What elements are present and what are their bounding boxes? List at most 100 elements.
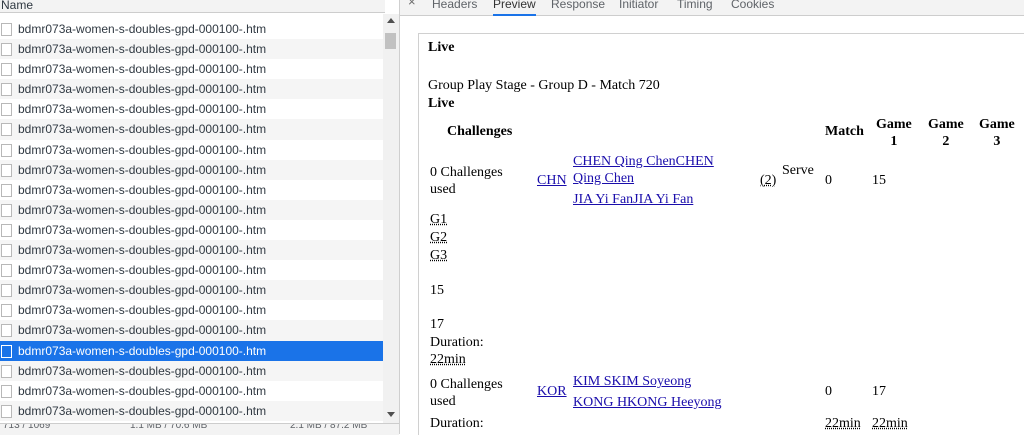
score-b: 17 [430, 317, 444, 332]
request-name: bdmr073a-women-s-doubles-gpd-000100-.htm [18, 82, 267, 97]
request-name: bdmr073a-women-s-doubles-gpd-000100-.htm [18, 122, 267, 137]
request-row[interactable]: bdmr073a-women-s-doubles-gpd-000100-.htm [0, 380, 383, 401]
game3-header: Game 3 [979, 117, 1015, 149]
game2-header: Game 2 [928, 117, 964, 149]
team1-game1-score: 15 [872, 173, 886, 188]
scroll-thumb[interactable] [385, 33, 396, 49]
request-row[interactable]: bdmr073a-women-s-doubles-gpd-000100-.htm [0, 400, 383, 421]
document-icon [1, 284, 12, 298]
request-row[interactable]: bdmr073a-women-s-doubles-gpd-000100-.htm [0, 320, 383, 341]
team2-country-link[interactable]: KOR [537, 384, 567, 400]
request-row[interactable]: bdmr073a-women-s-doubles-gpd-000100-.htm [0, 179, 383, 200]
tab-response[interactable]: Response [551, 0, 605, 14]
live-subheading: Live [428, 96, 455, 111]
document-icon [1, 384, 12, 398]
request-row[interactable]: bdmr073a-women-s-doubles-gpd-000100-.htm [0, 300, 383, 321]
request-row[interactable]: bdmr073a-women-s-doubles-gpd-000100-.htm [0, 59, 383, 80]
request-name: bdmr073a-women-s-doubles-gpd-000100-.htm [18, 263, 267, 278]
request-name: bdmr073a-women-s-doubles-gpd-000100-.htm [18, 243, 267, 258]
document-icon [1, 304, 12, 318]
request-row[interactable]: bdmr073a-women-s-doubles-gpd-000100-.htm [0, 360, 383, 381]
team1-country-link[interactable]: CHN [537, 173, 567, 189]
document-icon [1, 163, 12, 177]
document-icon [1, 43, 12, 57]
request-row[interactable]: bdmr073a-women-s-doubles-gpd-000100-.htm [0, 159, 383, 180]
bottom-duration-label: Duration: [430, 416, 484, 431]
request-name: bdmr073a-women-s-doubles-gpd-000100-.htm [18, 22, 267, 36]
document-icon [1, 364, 12, 378]
game-label-g1: G1 [430, 212, 448, 227]
document-icon [1, 244, 12, 258]
network-request-list: Name bdmr073a-women-s-doubles-gpd-000100… [0, 0, 400, 435]
request-row[interactable]: bdmr073a-women-s-doubles-gpd-000100-.htm [0, 39, 383, 60]
request-row[interactable]: bdmr073a-women-s-doubles-gpd-000100-.htm [0, 119, 383, 140]
request-name: bdmr073a-women-s-doubles-gpd-000100-.htm [18, 42, 267, 57]
document-icon [1, 103, 12, 117]
request-row[interactable]: bdmr073a-women-s-doubles-gpd-000100-.htm [0, 99, 383, 120]
team2-player2-link[interactable]: KONG HKONG Heeyong [573, 395, 722, 411]
team1-match-score: 0 [825, 173, 832, 188]
document-icon [1, 143, 12, 157]
request-count: 713 / 1069 [3, 423, 51, 431]
live-heading: Live [428, 40, 455, 55]
request-rows: bdmr073a-women-s-doubles-gpd-000100-.htm… [0, 19, 383, 423]
request-row[interactable]: bdmr073a-women-s-doubles-gpd-000100-.htm [0, 79, 383, 100]
scroll-up-arrow-icon[interactable] [387, 18, 395, 23]
request-row[interactable]: bdmr073a-women-s-doubles-gpd-000100-.htm [0, 139, 383, 160]
vertical-scrollbar[interactable] [383, 14, 399, 423]
request-name: bdmr073a-women-s-doubles-gpd-000100-.htm [18, 403, 267, 418]
document-icon [1, 404, 12, 418]
team1-seed: (2) [760, 173, 777, 188]
match-header: Match [825, 124, 864, 139]
document-icon [1, 123, 12, 137]
name-column-header[interactable]: Name [0, 0, 385, 13]
game-label-g3: G3 [430, 248, 448, 263]
document-icon [1, 183, 12, 197]
team2-match-score: 0 [825, 384, 832, 399]
document-icon [1, 324, 12, 338]
team1-player1-link[interactable]: CHEN Qing ChenCHEN Qing Chen [573, 153, 714, 187]
team2-game1-score: 17 [872, 384, 886, 399]
game1-duration: 22min [872, 416, 908, 431]
team1-challenges: 0 Challenges used [430, 165, 503, 197]
tab-initiator[interactable]: Initiator [619, 0, 658, 14]
tab-preview[interactable]: Preview [493, 0, 536, 16]
tab-cookies[interactable]: Cookies [731, 0, 774, 14]
match-duration: 22min [825, 416, 861, 431]
request-row[interactable]: bdmr073a-women-s-doubles-gpd-000100-.htm [0, 240, 383, 261]
request-name: bdmr073a-women-s-doubles-gpd-000100-.htm [18, 162, 267, 177]
request-row[interactable]: bdmr073a-women-s-doubles-gpd-000100-.htm [0, 340, 383, 361]
team2-player1-link[interactable]: KIM SKIM Soyeong [573, 374, 691, 390]
request-name: bdmr073a-women-s-doubles-gpd-000100-.htm [18, 62, 267, 77]
request-row[interactable]: bdmr073a-women-s-doubles-gpd-000100-.htm [0, 19, 383, 40]
request-name: bdmr073a-women-s-doubles-gpd-000100-.htm [18, 222, 267, 237]
request-name: bdmr073a-women-s-doubles-gpd-000100-.htm [18, 363, 267, 378]
tab-timing[interactable]: Timing [677, 0, 713, 14]
duration-value: 22min [430, 352, 466, 367]
request-name: bdmr073a-women-s-doubles-gpd-000100-.htm [18, 303, 267, 318]
document-icon [1, 223, 12, 237]
request-row[interactable]: bdmr073a-women-s-doubles-gpd-000100-.htm [0, 219, 383, 241]
team1-player2-link[interactable]: JIA Yi FanJIA Yi Fan [573, 192, 693, 208]
request-name: bdmr073a-women-s-doubles-gpd-000100-.htm [18, 182, 267, 197]
request-name: bdmr073a-women-s-doubles-gpd-000100-.htm [18, 383, 267, 398]
request-row[interactable]: bdmr073a-women-s-doubles-gpd-000100-.htm [0, 280, 383, 301]
request-row[interactable]: bdmr073a-women-s-doubles-gpd-000100-.htm [0, 260, 383, 281]
document-icon [1, 264, 12, 278]
document-icon [1, 23, 12, 36]
document-icon [1, 344, 12, 358]
resources-size: 2.1 MB / 87.2 MB [290, 423, 368, 431]
network-status-bar: 713 / 1069 1.1 MB / 70.6 MB 2.1 MB / 87.… [0, 423, 399, 435]
document-icon [1, 83, 12, 97]
transferred-size: 1.1 MB / 70.6 MB [130, 423, 208, 431]
close-icon[interactable]: × [408, 0, 416, 9]
challenges-header: Challenges [447, 124, 513, 139]
scroll-down-arrow-icon[interactable] [387, 412, 395, 417]
request-name: bdmr073a-women-s-doubles-gpd-000100-.htm [18, 202, 267, 217]
request-row[interactable]: bdmr073a-women-s-doubles-gpd-000100-.htm [0, 199, 383, 220]
game-label-g2: G2 [430, 230, 448, 245]
tab-headers[interactable]: Headers [432, 0, 477, 14]
document-icon [1, 63, 12, 77]
request-name: bdmr073a-women-s-doubles-gpd-000100-.htm [18, 283, 267, 298]
request-name: bdmr073a-women-s-doubles-gpd-000100-.htm [18, 102, 267, 117]
